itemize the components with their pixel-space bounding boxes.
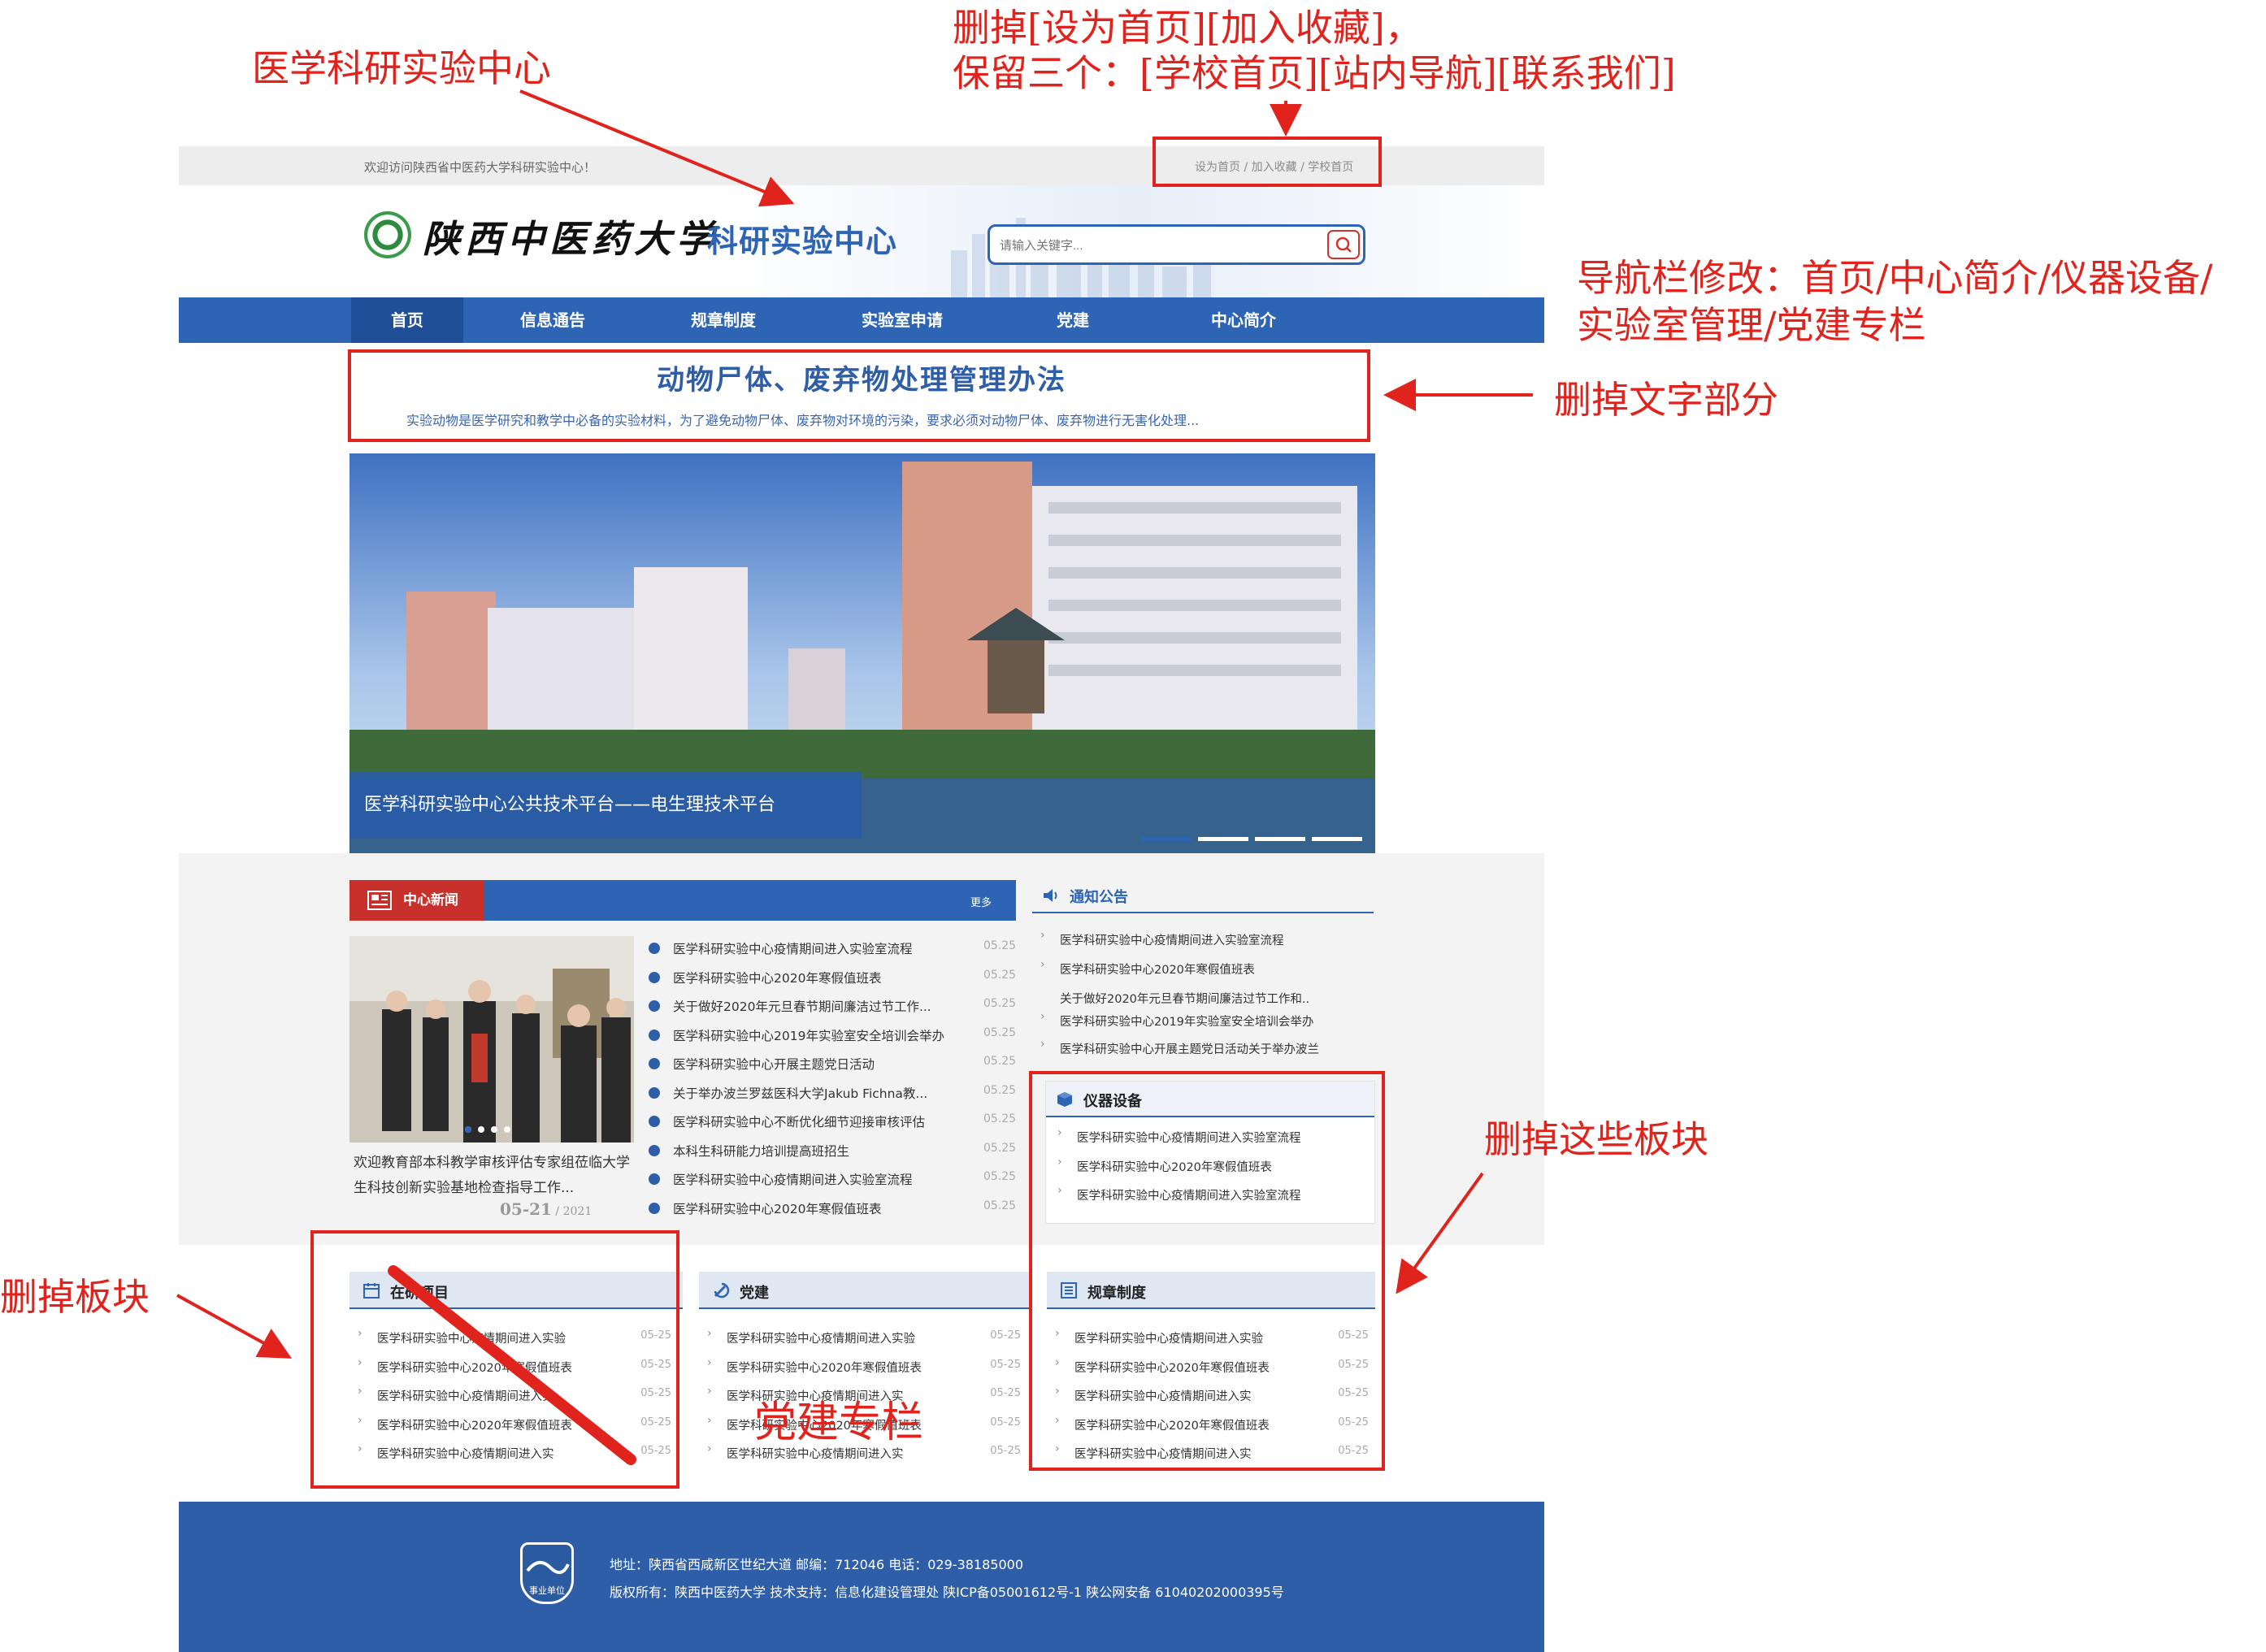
annotation-arrows	[176, 89, 1533, 1465]
